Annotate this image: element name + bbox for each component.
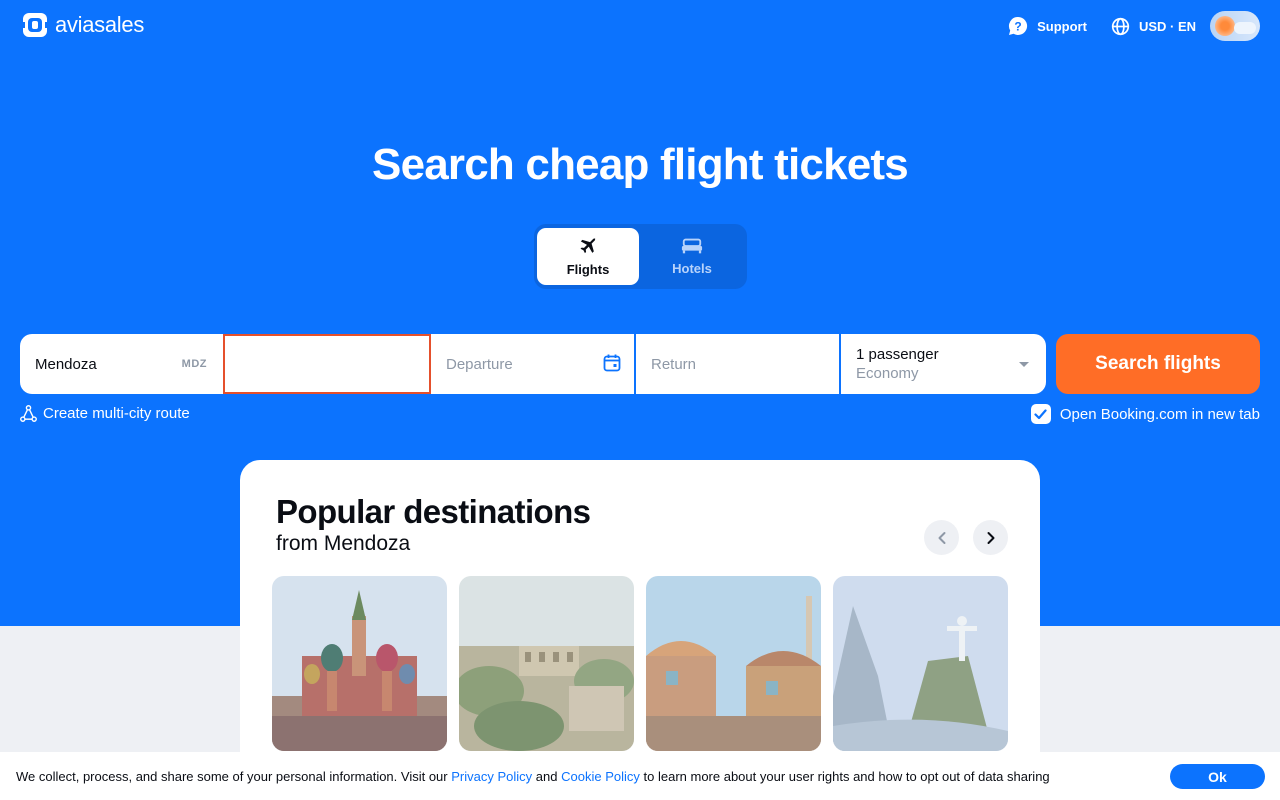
globe-icon <box>1111 17 1130 35</box>
plane-icon <box>580 238 596 254</box>
svg-text:?: ? <box>1014 20 1021 34</box>
dropdown-caret-icon <box>1019 362 1029 367</box>
popular-destinations-panel: Popular destinations from Mendoza <box>240 460 1040 800</box>
destination-card-statue-mountain[interactable] <box>833 576 1008 751</box>
cookie-ok-button[interactable]: Ok <box>1170 764 1265 789</box>
tab-hotels[interactable]: Hotels <box>641 228 743 285</box>
theme-toggle[interactable] <box>1210 11 1260 41</box>
cathedral-domes-image <box>272 576 447 751</box>
search-type-tabs: Flights Hotels <box>534 224 747 289</box>
logo-text: aviasales <box>55 12 145 37</box>
destination-card-ruins[interactable] <box>459 576 634 751</box>
support-label: Support <box>1037 18 1087 34</box>
cookie-text-before: We collect, process, and share some of y… <box>16 768 448 784</box>
origin-airport-code: MDZ <box>181 358 207 370</box>
create-multi-city-link[interactable]: Create multi-city route <box>20 405 190 422</box>
sun-icon <box>1215 16 1235 36</box>
privacy-policy-link[interactable]: Privacy Policy <box>451 769 532 784</box>
ancient-ruins-image <box>459 576 634 751</box>
carousel-prev-button[interactable] <box>924 520 959 555</box>
popular-subtitle: from Mendoza <box>276 532 411 555</box>
origin-value: Mendoza <box>35 355 97 373</box>
passengers-class-field[interactable]: 1 passenger Economy <box>841 334 1046 394</box>
departure-placeholder: Departure <box>446 355 513 373</box>
destination-card-cathedral[interactable] <box>272 576 447 751</box>
cookie-text-and: and <box>535 768 558 784</box>
departure-date-field[interactable]: Departure <box>431 334 634 394</box>
open-booking-option: Open Booking.com in new tab <box>1030 404 1260 424</box>
bed-icon <box>681 238 703 254</box>
open-booking-label: Open Booking.com in new tab <box>1059 405 1260 423</box>
destination-card-mosaic-park[interactable] <box>646 576 821 751</box>
cookie-consent-bar: We collect, process, and share some of y… <box>0 752 1280 800</box>
logo-icon <box>22 13 48 37</box>
origin-field[interactable]: Mendoza MDZ <box>20 334 222 394</box>
calendar-icon <box>603 354 621 372</box>
tab-hotels-label: Hotels <box>672 261 712 276</box>
flight-search-form: Mendoza MDZ Departure Return 1 passenger… <box>20 334 1046 394</box>
cloud-icon <box>1234 22 1256 34</box>
mosaic-park-image <box>646 576 821 751</box>
page-title: Search cheap flight tickets <box>372 140 909 189</box>
route-icon <box>20 405 37 422</box>
destination-field[interactable] <box>223 334 431 394</box>
cookie-text-after: to learn more about your user rights and… <box>643 768 1050 784</box>
multi-city-label: Create multi-city route <box>43 405 190 422</box>
cookie-policy-link[interactable]: Cookie Policy <box>561 769 640 784</box>
carousel-next-button[interactable] <box>973 520 1008 555</box>
statue-mountain-image <box>833 576 1008 751</box>
return-date-field[interactable]: Return <box>636 334 839 394</box>
locale-label: USD · EN <box>1138 18 1196 34</box>
support-chat-icon: ? <box>1009 16 1028 35</box>
open-booking-checkbox[interactable] <box>1030 404 1051 424</box>
aviasales-logo[interactable]: aviasales <box>22 12 144 38</box>
tab-flights[interactable]: Flights <box>537 228 639 285</box>
popular-title: Popular destinations <box>276 493 591 530</box>
header-actions: ? Support USD · EN <box>984 10 1260 42</box>
tab-flights-label: Flights <box>566 262 610 277</box>
cabin-class: Economy <box>856 365 919 382</box>
passengers-count: 1 passenger <box>856 346 939 363</box>
locale-currency-button[interactable]: USD · EN <box>1111 17 1196 36</box>
chevron-left-icon <box>938 531 945 544</box>
search-flights-button[interactable]: Search flights <box>1056 334 1260 394</box>
checkmark-icon <box>1034 408 1047 419</box>
chevron-right-icon <box>987 531 994 544</box>
return-placeholder: Return <box>651 355 697 373</box>
support-button[interactable]: ? Support <box>1008 16 1087 36</box>
